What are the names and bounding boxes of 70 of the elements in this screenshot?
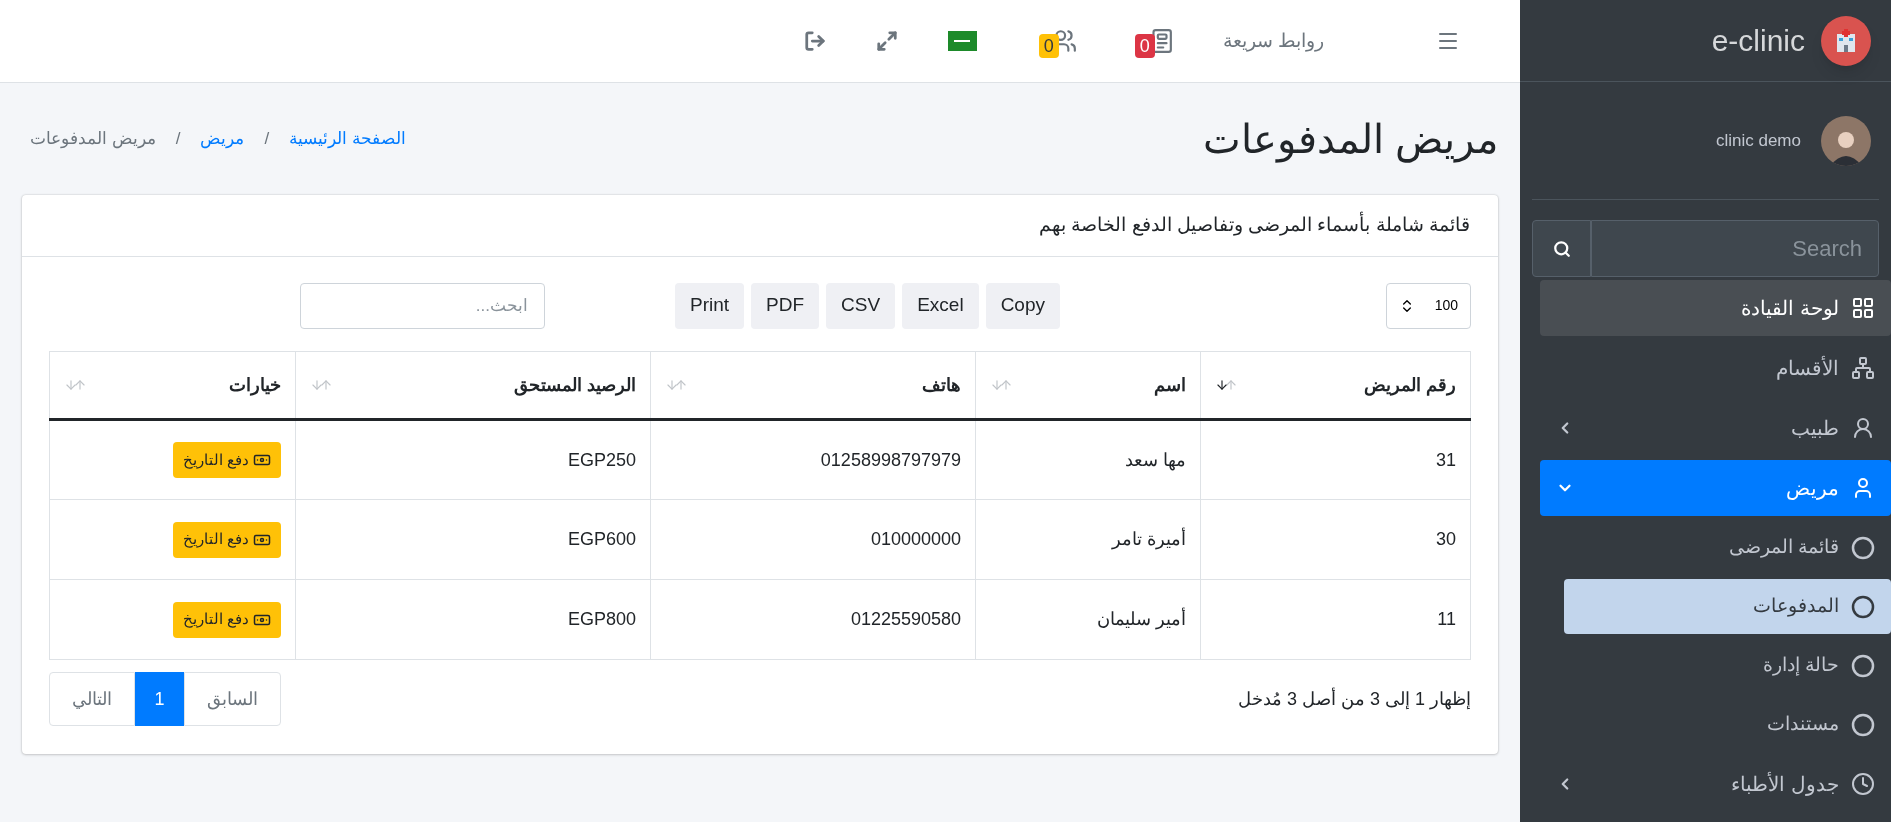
fullscreen-icon[interactable] — [875, 30, 898, 52]
nav-subitem[interactable]: قائمة المرضى — [1564, 520, 1891, 575]
export-button[interactable]: Excel — [902, 282, 979, 329]
table-cell: أميرة تامر — [975, 499, 1201, 580]
table-cell: أمير سليمان — [975, 579, 1201, 660]
circle-icon — [1851, 653, 1875, 678]
payment-history-button[interactable]: دفع التاريخ — [172, 601, 281, 638]
table-search-field[interactable]: ابحث... — [300, 282, 545, 329]
page-button[interactable]: 1 — [135, 672, 184, 726]
column-header[interactable]: رقم المريض — [1200, 351, 1471, 420]
table-cell: 30 — [1200, 499, 1471, 580]
hospital-logo-icon — [1821, 15, 1871, 66]
circle-icon — [1851, 535, 1875, 560]
nav-icon — [1851, 356, 1875, 380]
table-cell: مها سعد — [975, 419, 1201, 500]
table-cell: EGP800 — [295, 579, 651, 660]
search-icon — [1552, 239, 1571, 258]
nav-subitem[interactable]: المدفوعات — [1564, 579, 1891, 634]
payment-history-button[interactable]: دفع التاريخ — [172, 521, 281, 558]
flag-icon[interactable] — [947, 31, 977, 51]
table-cell: 01258998797979 — [650, 419, 976, 500]
quick-links[interactable]: روابط سريعة — [1222, 26, 1324, 56]
nav-icon — [1851, 296, 1875, 320]
next-button[interactable]: التالي — [49, 672, 135, 726]
export-button[interactable]: Copy — [985, 282, 1060, 329]
column-header[interactable]: هاتف — [650, 351, 976, 420]
export-button[interactable]: CSV — [826, 282, 896, 329]
table-cell: 31 — [1200, 419, 1471, 500]
nav-icon — [1851, 772, 1875, 796]
column-header[interactable]: خيارات — [49, 351, 296, 420]
nav-subitem[interactable]: مستندات — [1564, 697, 1891, 752]
export-button[interactable]: PDF — [751, 282, 820, 329]
card-title: قائمة شاملة بأسماء المرضى وتفاصيل الدفع الخاصة بهم — [1039, 211, 1470, 240]
nav-item[interactable]: لوحة القيادة — [1540, 280, 1891, 336]
count-badge: 0 — [1038, 34, 1059, 58]
export-button[interactable]: Print — [675, 282, 745, 329]
user-name[interactable]: clinic demo — [1715, 127, 1801, 154]
users-button[interactable]: 0 — [1038, 24, 1077, 58]
column-header[interactable]: الرصيد المستحق — [295, 351, 651, 420]
nav-item[interactable]: جدول الأطباء — [1540, 756, 1891, 812]
search-field[interactable]: Search — [1591, 220, 1879, 277]
circle-icon — [1851, 594, 1875, 619]
table-cell: 01225590580 — [650, 579, 976, 660]
avatar-icon — [1821, 115, 1871, 166]
nav-item[interactable]: مريض — [1540, 460, 1891, 516]
nav-item[interactable]: طبيب — [1540, 400, 1891, 456]
table-info: إظهار 1 إلى 3 من أصل 3 مُدخل — [1237, 686, 1471, 712]
search-button[interactable] — [1532, 220, 1591, 277]
breadcrumb-link[interactable]: مريض — [200, 126, 245, 152]
brand-name[interactable]: e-clinic — [1711, 18, 1805, 63]
nav-icon — [1851, 416, 1875, 440]
circle-icon — [1851, 712, 1875, 737]
table-cell: 010000000 — [650, 499, 976, 580]
breadcrumb-current: مريض المدفوعات — [30, 128, 156, 151]
count-badge: 0 — [1134, 34, 1155, 58]
table-cell: 11 — [1200, 579, 1471, 660]
nav-subitem[interactable]: حالة إدارة — [1564, 638, 1891, 693]
logout-icon[interactable] — [803, 30, 826, 52]
breadcrumb-link[interactable]: الصفحة الرئيسية — [289, 126, 406, 152]
breadcrumb-separator: / — [174, 128, 182, 151]
payment-history-button[interactable]: دفع التاريخ — [172, 442, 281, 478]
table-cell: EGP250 — [295, 419, 651, 500]
column-header[interactable]: اسم — [975, 351, 1201, 420]
page-length-select[interactable]: 100 — [1386, 282, 1471, 329]
breadcrumb-separator: / — [263, 128, 271, 151]
messages-button[interactable]: 0 — [1134, 24, 1173, 58]
table-cell: EGP600 — [295, 499, 651, 580]
page-title: مريض المدفوعات — [1202, 116, 1498, 165]
nav-item[interactable]: الأقسام — [1540, 340, 1891, 396]
previous-button[interactable]: السابق — [184, 672, 281, 726]
